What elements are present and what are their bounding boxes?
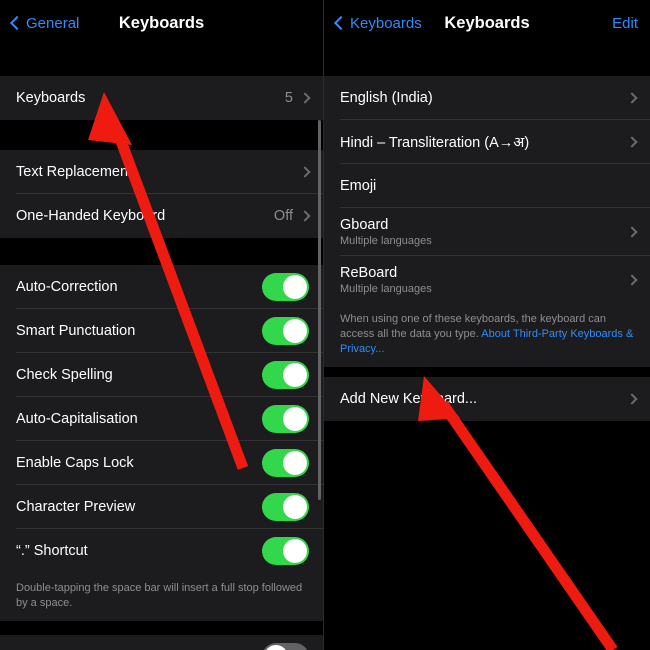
chevron-right-icon: [626, 92, 638, 104]
toggle-auto-correction[interactable]: [262, 273, 309, 301]
left-group-dictation: Enable Dictation: [0, 634, 323, 650]
keyboard-row-hindi-transliteration[interactable]: Hindi – Transliteration (A→अ): [324, 120, 650, 164]
row-text-replacement-label: Text Replacement: [16, 164, 133, 180]
row-check-spelling-label: Check Spelling: [16, 367, 113, 383]
row-enable-caps-lock-label: Enable Caps Lock: [16, 455, 134, 471]
keyboard-label: ReBoard: [340, 265, 398, 281]
left-spacer-2: [0, 120, 323, 150]
chevron-right-icon: [299, 210, 311, 222]
left-spacer-1: [0, 46, 323, 76]
row-auto-correction-label: Auto-Correction: [16, 279, 118, 295]
row-one-handed-keyboard-value: Off: [273, 208, 293, 224]
row-period-shortcut[interactable]: “.” Shortcut: [0, 529, 323, 573]
screenshot-root: General Keyboards Keyboards 5 Text Repla…: [0, 0, 650, 650]
left-navbar: General Keyboards: [0, 0, 323, 46]
chevron-right-icon: [626, 226, 638, 238]
toggle-knob: [283, 451, 307, 475]
toggle-knob: [283, 539, 307, 563]
third-party-keyboards-note: When using one of these keyboards, the k…: [324, 304, 650, 367]
toggle-knob: [283, 275, 307, 299]
toggle-knob: [283, 363, 307, 387]
back-button-general[interactable]: General: [9, 14, 80, 32]
keyboard-sublabel: Multiple languages: [340, 283, 432, 295]
left-group-toggles: Auto-Correction Smart Punctuation Check …: [0, 265, 323, 573]
chevron-left-icon: [9, 15, 25, 31]
toggle-smart-punctuation[interactable]: [262, 317, 309, 345]
keyboard-sublabel: Multiple languages: [340, 235, 432, 247]
left-group-keyboards: Keyboards 5: [0, 76, 323, 120]
toggle-knob: [283, 407, 307, 431]
chevron-right-icon: [626, 136, 638, 148]
keyboard-row-gboard[interactable]: Gboard Multiple languages: [324, 208, 650, 256]
row-auto-correction[interactable]: Auto-Correction: [0, 265, 323, 309]
row-smart-punctuation-label: Smart Punctuation: [16, 323, 136, 339]
left-spacer-3: [0, 238, 323, 265]
left-scroll-indicator[interactable]: [318, 120, 321, 500]
row-enable-caps-lock[interactable]: Enable Caps Lock: [0, 441, 323, 485]
keyboard-label: Emoji: [340, 178, 377, 194]
toggle-check-spelling[interactable]: [262, 361, 309, 389]
chevron-right-icon: [299, 166, 311, 178]
row-smart-punctuation[interactable]: Smart Punctuation: [0, 309, 323, 353]
add-keyboard-group: Add New Keyboard...: [324, 376, 650, 421]
row-period-shortcut-label: “.” Shortcut: [16, 543, 88, 559]
row-check-spelling[interactable]: Check Spelling: [0, 353, 323, 397]
row-character-preview[interactable]: Character Preview: [0, 485, 323, 529]
row-auto-capitalisation[interactable]: Auto-Capitalisation: [0, 397, 323, 441]
toggle-period-shortcut[interactable]: [262, 537, 309, 565]
edit-button[interactable]: Edit: [612, 15, 638, 32]
back-button-label: Keyboards: [350, 14, 422, 32]
row-add-new-keyboard-label: Add New Keyboard...: [340, 390, 478, 407]
left-spacer-4: [0, 620, 323, 635]
left-group-text: Text Replacement One-Handed Keyboard Off: [0, 150, 323, 238]
row-keyboards[interactable]: Keyboards 5: [0, 76, 323, 120]
row-auto-capitalisation-label: Auto-Capitalisation: [16, 411, 138, 427]
keyboard-label: Hindi – Transliteration (A→अ): [340, 135, 530, 151]
toggle-auto-capitalisation[interactable]: [262, 405, 309, 433]
right-navbar: Keyboards Keyboards Edit: [324, 0, 650, 46]
toggle-enable-caps-lock[interactable]: [262, 449, 309, 477]
keyboard-label: English (India): [340, 90, 433, 106]
keyboard-label: Gboard: [340, 217, 389, 233]
keyboard-row-emoji[interactable]: Emoji: [324, 164, 650, 208]
toggle-knob: [283, 495, 307, 519]
left-screen-keyboards-settings: General Keyboards Keyboards 5 Text Repla…: [0, 0, 324, 650]
right-spacer-1: [324, 46, 650, 76]
back-button-keyboards[interactable]: Keyboards: [333, 14, 422, 32]
chevron-left-icon: [333, 15, 349, 31]
row-character-preview-label: Character Preview: [16, 499, 136, 515]
right-screen-keyboards-list: Keyboards Keyboards Edit English (India)…: [324, 0, 650, 650]
toggle-knob: [283, 319, 307, 343]
chevron-right-icon: [626, 392, 638, 405]
row-one-handed-keyboard[interactable]: One-Handed Keyboard Off: [0, 194, 323, 238]
row-enable-dictation[interactable]: Enable Dictation: [0, 634, 323, 650]
keyboard-row-english-india[interactable]: English (India): [324, 76, 650, 120]
row-text-replacement[interactable]: Text Replacement: [0, 150, 323, 194]
row-add-new-keyboard[interactable]: Add New Keyboard...: [324, 376, 650, 421]
keyboard-row-reboard[interactable]: ReBoard Multiple languages: [324, 256, 650, 304]
right-spacer-2: [324, 366, 650, 377]
row-one-handed-keyboard-label: One-Handed Keyboard: [16, 208, 166, 224]
toggle-character-preview[interactable]: [262, 493, 309, 521]
toggle-knob: [264, 644, 288, 650]
chevron-right-icon: [299, 92, 311, 104]
toggle-enable-dictation[interactable]: [262, 642, 309, 650]
row-keyboards-value: 5: [284, 90, 293, 106]
back-button-label: General: [26, 14, 80, 32]
period-shortcut-note: Double-tapping the space bar will insert…: [0, 573, 323, 621]
keyboards-list: English (India) Hindi – Transliteration …: [324, 76, 650, 304]
row-keyboards-label: Keyboards: [16, 90, 86, 106]
chevron-right-icon: [626, 274, 638, 286]
